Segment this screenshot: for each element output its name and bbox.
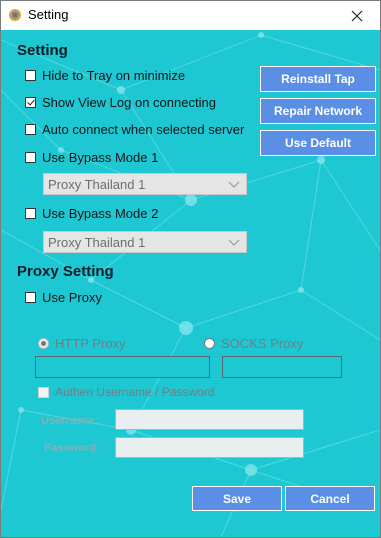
- socks-proxy-input[interactable]: [222, 356, 342, 378]
- socks-proxy-radio[interactable]: SOCKS Proxy: [204, 336, 303, 351]
- password-label: Password :: [44, 442, 103, 454]
- show-view-log-label: Show View Log on connecting: [42, 95, 216, 110]
- settings-panel: Setting Hide to Tray on minimize Show Vi…: [1, 30, 380, 537]
- bypass-mode-1-label: Use Bypass Mode 1: [42, 150, 159, 165]
- close-button[interactable]: [334, 1, 380, 30]
- hide-to-tray-checkbox[interactable]: Hide to Tray on minimize: [25, 68, 185, 83]
- settings-window: Setting Setting Hide to Tray on minimize…: [0, 0, 381, 538]
- close-icon: [351, 10, 363, 21]
- bypass-mode-2-select[interactable]: Proxy Thailand 1: [43, 231, 247, 253]
- bypass-mode-1-checkbox[interactable]: Use Bypass Mode 1: [25, 150, 158, 165]
- socks-proxy-label: SOCKS Proxy: [221, 336, 304, 351]
- reinstall-tap-button[interactable]: Reinstall Tap: [260, 66, 376, 92]
- window-title: Setting: [28, 7, 69, 22]
- http-proxy-input[interactable]: [35, 356, 210, 378]
- bypass-mode-2-value: Proxy Thailand 1: [48, 234, 146, 250]
- authen-label: Authen Username / Password: [55, 385, 215, 399]
- bypass-mode-1-select[interactable]: Proxy Thailand 1: [43, 173, 247, 195]
- checkbox-box[interactable]: [25, 152, 36, 163]
- setting-heading: Setting: [17, 42, 68, 59]
- bypass-mode-2-label: Use Bypass Mode 2: [42, 206, 159, 221]
- password-input[interactable]: [115, 437, 304, 458]
- username-label: Username :: [41, 415, 101, 427]
- http-proxy-label: HTTP Proxy: [55, 336, 126, 351]
- checkbox-box[interactable]: [25, 70, 36, 81]
- bypass-mode-1-value: Proxy Thailand 1: [48, 176, 146, 192]
- checkbox-box[interactable]: [25, 208, 36, 219]
- chevron-down-icon: [228, 239, 240, 246]
- username-input[interactable]: [115, 409, 304, 430]
- show-view-log-checkbox[interactable]: Show View Log on connecting: [25, 95, 216, 110]
- radio-button[interactable]: [38, 338, 49, 349]
- authen-checkbox[interactable]: Authen Username / Password: [38, 385, 214, 399]
- app-logo-icon: [9, 9, 21, 21]
- proxy-setting-heading: Proxy Setting: [17, 263, 114, 280]
- save-button[interactable]: Save: [192, 486, 282, 511]
- hide-to-tray-label: Hide to Tray on minimize: [42, 68, 186, 83]
- repair-network-button[interactable]: Repair Network: [260, 98, 376, 124]
- use-default-button[interactable]: Use Default: [260, 130, 376, 156]
- bypass-mode-2-checkbox[interactable]: Use Bypass Mode 2: [25, 206, 158, 221]
- radio-button[interactable]: [204, 338, 215, 349]
- title-bar: Setting: [1, 1, 380, 30]
- use-proxy-label: Use Proxy: [42, 290, 102, 305]
- use-proxy-checkbox[interactable]: Use Proxy: [25, 290, 102, 305]
- chevron-down-icon: [228, 181, 240, 188]
- checkbox-box[interactable]: [25, 292, 36, 303]
- checkbox-box[interactable]: [38, 386, 49, 398]
- checkbox-box[interactable]: [25, 124, 36, 135]
- checkbox-box-checked[interactable]: [25, 97, 36, 108]
- auto-connect-checkbox[interactable]: Auto connect when selected server: [25, 122, 244, 137]
- cancel-button[interactable]: Cancel: [285, 486, 375, 511]
- auto-connect-label: Auto connect when selected server: [42, 122, 245, 137]
- http-proxy-radio[interactable]: HTTP Proxy: [38, 336, 126, 351]
